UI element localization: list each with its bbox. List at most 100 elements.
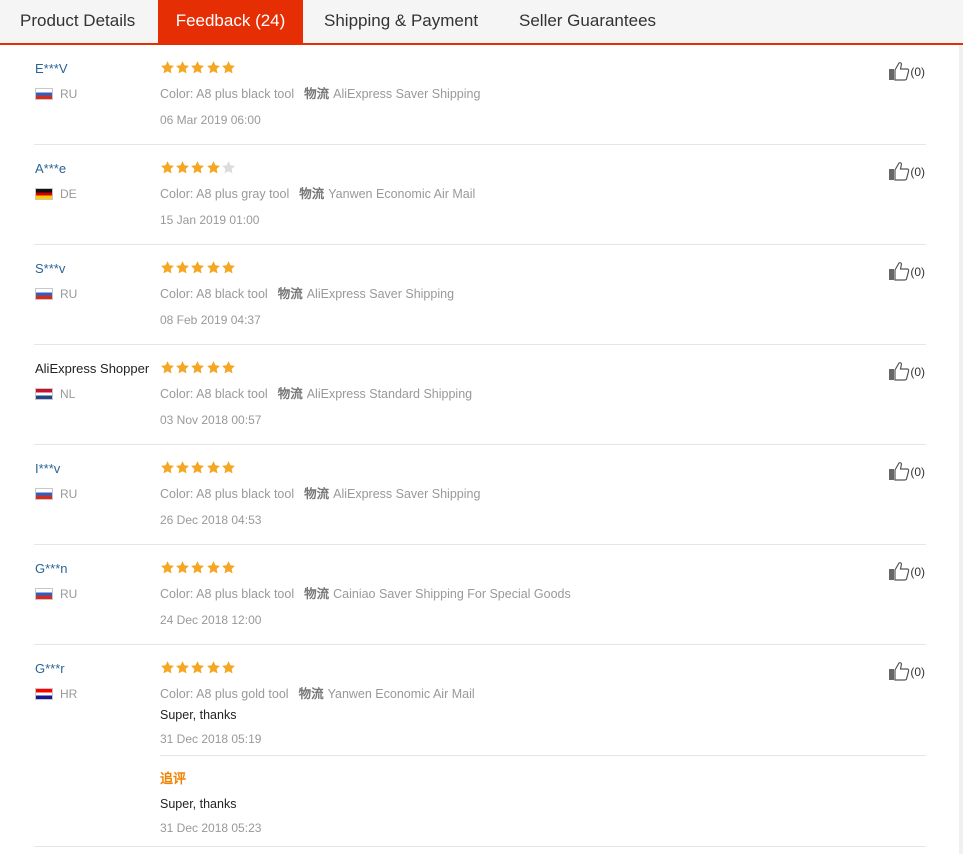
shipping-label: 物流 <box>304 587 330 601</box>
star-filled-icon <box>175 660 190 675</box>
review-item: AliExpress Shopper NL Color: A8 black tool… <box>34 345 926 445</box>
star-filled-icon <box>190 360 205 375</box>
helpful-button[interactable]: (0) <box>888 61 925 81</box>
review-date: 08 Feb 2019 04:37 <box>160 313 261 327</box>
shipping-label: 物流 <box>304 487 330 501</box>
star-filled-icon <box>206 460 221 475</box>
star-filled-icon <box>221 260 236 275</box>
star-filled-icon <box>190 460 205 475</box>
review-date: 06 Mar 2019 06:00 <box>160 113 261 127</box>
thumbs-up-icon[interactable] <box>888 661 910 681</box>
divider <box>160 755 926 756</box>
tab-shipping-payment[interactable]: Shipping & Payment <box>324 0 478 43</box>
star-filled-icon <box>160 660 175 675</box>
flag-icon <box>35 588 53 600</box>
star-filled-icon <box>190 160 205 175</box>
shipping-method: Yanwen Economic Air Mail <box>327 687 475 701</box>
star-rating <box>160 660 236 676</box>
review-item: G***n RU Color: A8 plus black tool 物流 Cainia… <box>34 545 926 645</box>
thumbs-up-icon[interactable] <box>888 361 910 381</box>
review-item: S***v RU Color: A8 black tool 物流 AliExpress … <box>34 245 926 345</box>
tab-seller-guarantees[interactable]: Seller Guarantees <box>519 0 656 43</box>
order-info: Color: A8 black tool 物流 AliExpress Standar… <box>160 383 472 402</box>
star-rating <box>160 260 236 276</box>
shipping-label: 物流 <box>277 387 303 401</box>
star-filled-icon <box>206 360 221 375</box>
star-filled-icon <box>190 260 205 275</box>
star-filled-icon <box>206 260 221 275</box>
review-item: E***V RU Color: A8 plus black tool 物流 AliExp… <box>34 45 926 145</box>
reviewer-country: NL <box>35 387 75 401</box>
followup-text: Super, thanks <box>160 797 237 811</box>
shipping-method: AliExpress Saver Shipping <box>333 87 481 101</box>
reviewer-name[interactable]: I***v <box>35 461 60 476</box>
shipping-method: AliExpress Saver Shipping <box>306 287 455 301</box>
star-filled-icon <box>221 560 236 575</box>
review-date: 15 Jan 2019 01:00 <box>160 213 260 227</box>
helpful-button[interactable]: (0) <box>888 561 925 581</box>
helpful-button[interactable]: (0) <box>888 161 925 181</box>
helpful-button[interactable]: (0) <box>888 361 925 381</box>
reviewer-name[interactable]: G***r <box>35 661 65 676</box>
helpful-button[interactable]: (0) <box>888 261 925 281</box>
review-item: A***e DE Color: A8 plus gray tool 物流 Yanwen … <box>34 145 926 245</box>
product-color: Color: A8 plus black tool <box>160 87 295 101</box>
star-empty-icon <box>221 160 236 175</box>
flag-icon <box>35 688 53 700</box>
thumbs-up-icon[interactable] <box>888 161 910 181</box>
product-color: Color: A8 black tool <box>160 387 268 401</box>
reviewer-name[interactable]: E***V <box>35 61 68 76</box>
star-filled-icon <box>190 560 205 575</box>
star-filled-icon <box>160 160 175 175</box>
reviewer-name[interactable]: S***v <box>35 261 65 276</box>
star-rating <box>160 360 236 376</box>
country-code: RU <box>60 87 78 101</box>
thumbs-up-icon[interactable] <box>888 261 910 281</box>
star-rating <box>160 560 236 576</box>
country-code: RU <box>60 487 78 501</box>
product-color: Color: A8 plus gold tool <box>160 687 289 701</box>
review-date: 03 Nov 2018 00:57 <box>160 413 262 427</box>
reviewer-name[interactable]: G***n <box>35 561 68 576</box>
star-filled-icon <box>160 460 175 475</box>
helpful-count: (0) <box>910 265 925 279</box>
review-date: 24 Dec 2018 12:00 <box>160 613 262 627</box>
helpful-button[interactable]: (0) <box>888 461 925 481</box>
shipping-method: AliExpress Standard Shipping <box>306 387 473 401</box>
thumbs-up-icon[interactable] <box>888 61 910 81</box>
reviewer-country: HR <box>35 687 77 701</box>
scrollbar-track[interactable] <box>959 45 963 854</box>
helpful-button[interactable]: (0) <box>888 661 925 681</box>
shipping-label: 物流 <box>299 187 325 201</box>
order-info: Color: A8 plus black tool 物流 Cainiao Saver… <box>160 583 571 602</box>
star-filled-icon <box>160 60 175 75</box>
reviewer-country: RU <box>35 587 77 601</box>
reviewer-country: RU <box>35 87 77 101</box>
reviewer-name: AliExpress Shopper <box>35 361 150 376</box>
review-item: I***v RU Color: A8 plus black tool 物流 AliExp… <box>34 445 926 545</box>
shipping-method: AliExpress Saver Shipping <box>333 487 481 501</box>
tab-product-details[interactable]: Product Details <box>20 0 135 43</box>
flag-icon <box>35 188 53 200</box>
review-item: G***r HR Color: A8 plus gold tool 物流 Yanwen … <box>34 645 926 847</box>
tab-feedback[interactable]: Feedback (24) <box>158 0 303 43</box>
star-filled-icon <box>206 160 221 175</box>
tab-bar: Product Details Feedback (24) Shipping &… <box>0 0 963 45</box>
star-filled-icon <box>175 260 190 275</box>
helpful-count: (0) <box>910 465 925 479</box>
star-filled-icon <box>160 560 175 575</box>
star-filled-icon <box>206 560 221 575</box>
star-filled-icon <box>175 60 190 75</box>
followup-date: 31 Dec 2018 05:23 <box>160 821 262 835</box>
shipping-label: 物流 <box>298 687 324 701</box>
star-filled-icon <box>175 360 190 375</box>
thumbs-up-icon[interactable] <box>888 461 910 481</box>
review-date: 31 Dec 2018 05:19 <box>160 732 262 746</box>
star-filled-icon <box>190 60 205 75</box>
country-code: HR <box>60 687 78 701</box>
review-date: 26 Dec 2018 04:53 <box>160 513 262 527</box>
shipping-label: 物流 <box>277 287 303 301</box>
reviewer-country: RU <box>35 487 77 501</box>
reviewer-name[interactable]: A***e <box>35 161 66 176</box>
thumbs-up-icon[interactable] <box>888 561 910 581</box>
